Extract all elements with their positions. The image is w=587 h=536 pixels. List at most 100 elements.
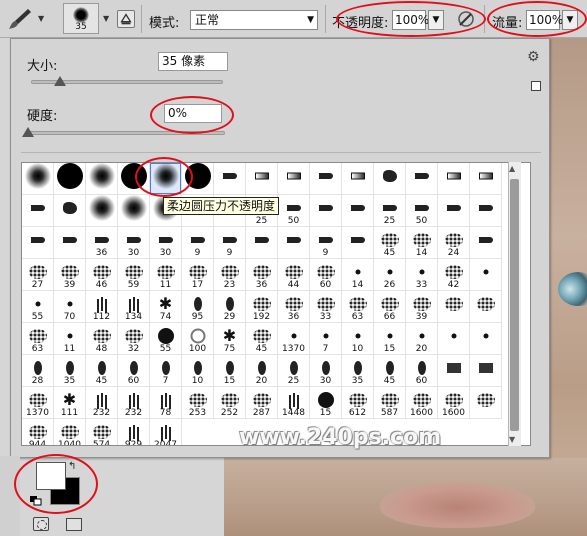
brush-preset-cell[interactable]: 574: [86, 419, 118, 445]
tool-preset-caret-icon[interactable]: ▼: [38, 14, 44, 23]
brush-preset-cell[interactable]: 95: [182, 291, 214, 323]
brush-preset-cell[interactable]: [310, 163, 342, 195]
flow-dropdown-button[interactable]: ▼: [562, 10, 578, 30]
brush-preset-cell[interactable]: [246, 163, 278, 195]
brush-preset-cell[interactable]: 45: [374, 355, 406, 387]
brush-preset-cell[interactable]: [374, 163, 406, 195]
brush-preset-cell[interactable]: 287: [246, 387, 278, 419]
brush-preset-cell[interactable]: [214, 163, 246, 195]
brush-preset-cell[interactable]: 26: [374, 259, 406, 291]
brush-preset-cell[interactable]: [470, 355, 502, 387]
opacity-dropdown-button[interactable]: ▼: [428, 10, 444, 30]
swap-colors-icon[interactable]: ↰: [68, 461, 76, 472]
brush-preset-cell[interactable]: [470, 227, 502, 259]
hardness-slider[interactable]: [25, 131, 225, 135]
brush-preset-cell[interactable]: 7: [310, 323, 342, 355]
brush-preset-cell[interactable]: 112: [86, 291, 118, 323]
brush-preset-cell[interactable]: [150, 163, 182, 195]
flow-input[interactable]: 100%: [526, 10, 563, 30]
brush-preset-cell[interactable]: [86, 195, 118, 227]
brush-preset-cell[interactable]: 29: [214, 291, 246, 323]
brush-preset-cell[interactable]: 55: [150, 323, 182, 355]
brush-preset-cell[interactable]: 28: [22, 355, 54, 387]
brush-preset-cell[interactable]: 46: [86, 259, 118, 291]
brush-preset-cell[interactable]: [406, 163, 438, 195]
brush-preset-cell[interactable]: 1448: [278, 387, 310, 419]
brush-preset-cell[interactable]: 78: [150, 387, 182, 419]
brush-preset-cell[interactable]: 20: [406, 323, 438, 355]
brush-preset-cell[interactable]: 63: [342, 291, 374, 323]
hardness-slider-thumb[interactable]: [22, 127, 34, 137]
toggle-brush-panel-icon[interactable]: [117, 10, 135, 28]
brush-preset-cell[interactable]: 15: [310, 387, 342, 419]
brush-preset-cell[interactable]: [54, 195, 86, 227]
brush-preset-cell[interactable]: 11: [150, 259, 182, 291]
brush-preset-cell[interactable]: [182, 163, 214, 195]
foreground-color-swatch[interactable]: [36, 462, 66, 490]
brush-preset-cell[interactable]: 42: [438, 259, 470, 291]
brush-preset-cell[interactable]: 66: [374, 291, 406, 323]
brush-preset-cell[interactable]: 30: [310, 355, 342, 387]
brush-preset-cell[interactable]: 60: [406, 355, 438, 387]
brush-preset-cell[interactable]: [470, 291, 502, 323]
brush-preset-cell[interactable]: 1040: [54, 419, 86, 445]
brush-preset-cell[interactable]: 32: [118, 323, 150, 355]
brush-preset-cell[interactable]: [246, 227, 278, 259]
brush-preset-cell[interactable]: 60: [118, 355, 150, 387]
brush-preset-cell[interactable]: 587: [374, 387, 406, 419]
brush-preset-cell[interactable]: 25: [278, 355, 310, 387]
brush-preset-cell[interactable]: 25: [374, 195, 406, 227]
brush-preset-cell[interactable]: 30: [150, 227, 182, 259]
brush-preset-cell[interactable]: 33: [406, 259, 438, 291]
brush-preset-cell[interactable]: 2047: [150, 419, 182, 445]
default-colors-icon[interactable]: [30, 496, 42, 506]
brush-preset-cell[interactable]: 55: [22, 291, 54, 323]
brush-preset-cell[interactable]: 50: [278, 195, 310, 227]
scroll-up-icon[interactable]: ▲: [509, 164, 515, 173]
brush-preset-cell[interactable]: 7: [150, 355, 182, 387]
brush-preset-cell[interactable]: 253: [182, 387, 214, 419]
brush-preset-cell[interactable]: [438, 195, 470, 227]
brush-preset-cell[interactable]: 30: [118, 227, 150, 259]
brush-tool-icon[interactable]: [6, 6, 34, 32]
brush-preset-cell[interactable]: 14: [406, 227, 438, 259]
brush-preset-cell[interactable]: [438, 163, 470, 195]
brush-preset-cell[interactable]: 134: [118, 291, 150, 323]
brush-preset-cell[interactable]: 36: [86, 227, 118, 259]
hardness-input[interactable]: 0%: [164, 104, 222, 123]
brush-preset-cell[interactable]: [22, 227, 54, 259]
brush-preset-cell[interactable]: 44: [278, 259, 310, 291]
mode-select[interactable]: 正常 ▼: [190, 10, 318, 30]
brush-preset-cell[interactable]: 27: [22, 259, 54, 291]
brush-preset-cell[interactable]: 45: [246, 323, 278, 355]
scroll-down-icon[interactable]: ▼: [509, 435, 515, 444]
brush-preset-cell[interactable]: 50: [406, 195, 438, 227]
brush-preset-cell[interactable]: 59: [118, 259, 150, 291]
pressure-opacity-icon[interactable]: [456, 9, 476, 29]
brush-preset-cell[interactable]: [470, 195, 502, 227]
screen-mode-icon[interactable]: [66, 518, 82, 531]
brush-preset-cell[interactable]: 39: [406, 291, 438, 323]
brush-preset-cell[interactable]: [342, 227, 374, 259]
brush-preset-cell[interactable]: [342, 195, 374, 227]
brush-preset-cell[interactable]: 20: [246, 355, 278, 387]
brush-picker-caret-icon[interactable]: ▼: [103, 14, 109, 23]
brush-preset-cell[interactable]: [470, 259, 502, 291]
brush-preset-cell[interactable]: 14: [342, 259, 374, 291]
brush-preset-cell[interactable]: 100: [182, 323, 214, 355]
brush-preset-cell[interactable]: 944: [22, 419, 54, 445]
brush-preset-cell[interactable]: 9: [182, 227, 214, 259]
brush-preset-cell[interactable]: [118, 195, 150, 227]
brush-preset-cell[interactable]: 1370: [278, 323, 310, 355]
brush-preset-cell[interactable]: [438, 355, 470, 387]
brush-preset-cell[interactable]: 33: [310, 291, 342, 323]
brush-preset-cell[interactable]: [278, 163, 310, 195]
brush-preset-cell[interactable]: 192: [246, 291, 278, 323]
brush-preset-cell[interactable]: [470, 387, 502, 419]
brush-preset-cell[interactable]: 17: [182, 259, 214, 291]
quick-mask-icon[interactable]: [33, 517, 49, 531]
brush-preset-cell[interactable]: 15: [374, 323, 406, 355]
brush-preset-cell[interactable]: 35: [342, 355, 374, 387]
gear-icon[interactable]: ⚙: [527, 49, 540, 65]
opacity-input[interactable]: 100%: [392, 10, 429, 30]
